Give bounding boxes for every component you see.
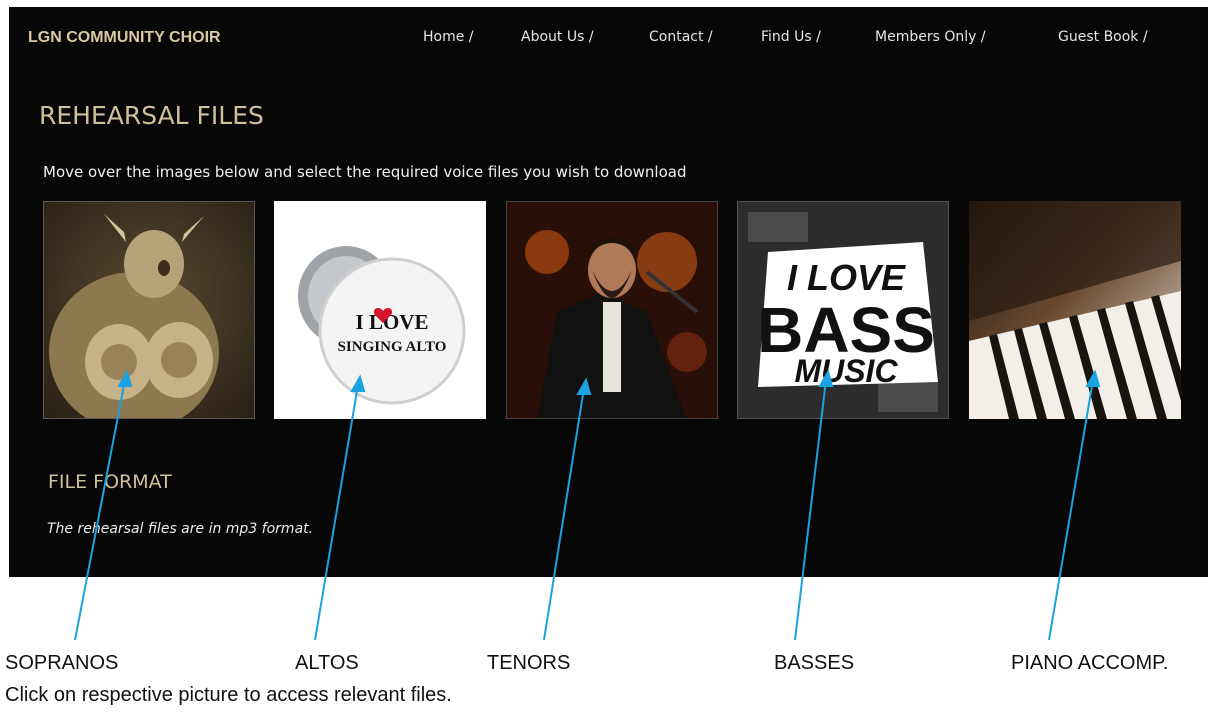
file-format-text: The rehearsal files are in mp3 format. bbox=[47, 521, 314, 537]
nav-about-us[interactable]: About Us / bbox=[521, 29, 594, 45]
footnote-text: Click on respective picture to access re… bbox=[5, 684, 452, 706]
nav-members-only[interactable]: Members Only / bbox=[875, 29, 986, 45]
instructions-text: Move over the images below and select th… bbox=[43, 163, 687, 181]
label-sopranos: SOPRANOS bbox=[5, 652, 119, 674]
website-panel: LGN COMMUNITY CHOIR Home / About Us / Co… bbox=[9, 7, 1208, 577]
altos-image[interactable]: I LOVE SINGING ALTO bbox=[274, 201, 486, 419]
bass-line-1: I LOVE bbox=[787, 257, 906, 298]
badge-line-1: I LOVE bbox=[356, 310, 429, 334]
label-basses: BASSES bbox=[774, 652, 855, 674]
sopranos-image[interactable] bbox=[43, 201, 255, 419]
nav-find-us[interactable]: Find Us / bbox=[761, 29, 821, 45]
site-brand[interactable]: LGN COMMUNITY CHOIR bbox=[28, 29, 221, 47]
tenors-image[interactable] bbox=[506, 201, 718, 419]
page-title: REHEARSAL FILES bbox=[39, 101, 264, 130]
file-format-title: FILE FORMAT bbox=[48, 471, 172, 493]
label-piano-accomp: PIANO ACCOMP. bbox=[1011, 652, 1169, 674]
bass-line-3: MUSIC bbox=[794, 353, 898, 389]
badge-line-2: SINGING ALTO bbox=[338, 339, 447, 355]
nav-guest-book[interactable]: Guest Book / bbox=[1058, 29, 1148, 45]
nav-home[interactable]: Home / bbox=[423, 29, 474, 45]
nav-contact[interactable]: Contact / bbox=[649, 29, 713, 45]
piano-image[interactable] bbox=[969, 201, 1181, 419]
basses-image[interactable]: I LOVE BASS MUSIC bbox=[737, 201, 949, 419]
label-tenors: TENORS bbox=[487, 652, 571, 674]
label-altos: ALTOS bbox=[295, 652, 359, 674]
